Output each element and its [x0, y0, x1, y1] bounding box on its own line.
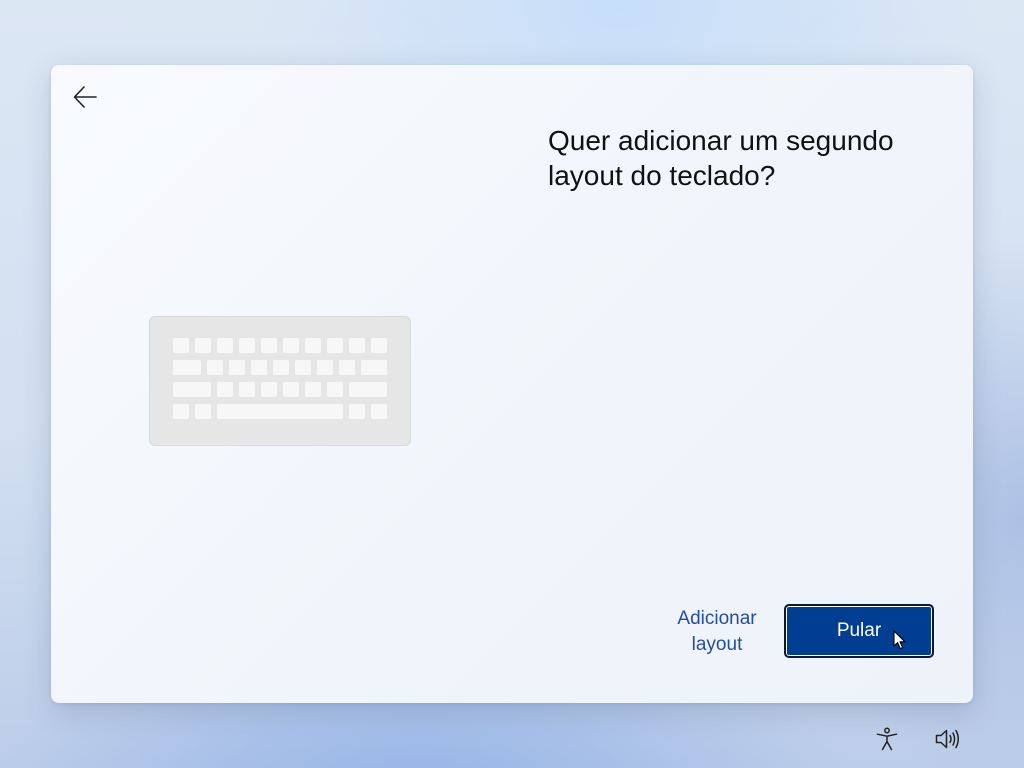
back-arrow-icon [73, 86, 97, 108]
setup-dialog: Quer adicionar um segundo layout do tecl… [51, 65, 973, 703]
skip-button[interactable]: Pular [784, 604, 934, 658]
volume-button[interactable] [934, 726, 960, 752]
back-button[interactable] [69, 81, 101, 113]
accessibility-icon [876, 727, 898, 751]
volume-icon [935, 729, 959, 749]
mouse-cursor-icon [893, 630, 906, 650]
add-layout-link[interactable]: Adicionar layout [665, 606, 769, 658]
accessibility-button[interactable] [874, 726, 900, 752]
keyboard-icon [149, 316, 411, 446]
page-title: Quer adicionar um segundo layout do tecl… [548, 125, 894, 191]
